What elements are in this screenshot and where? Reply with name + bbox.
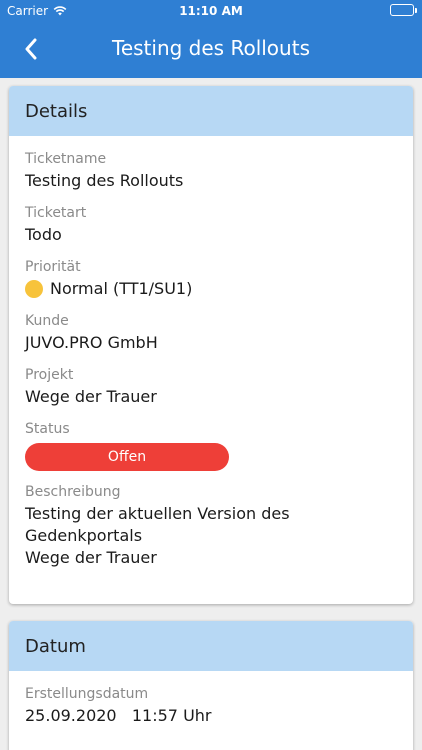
- details-body: Ticketname Testing des Rollouts Ticketar…: [9, 136, 413, 569]
- status-badge: Offen: [25, 443, 229, 471]
- datum-card: Datum Erstellungsdatum 25.09.2020 11:57 …: [9, 621, 413, 750]
- ticketname-field: Ticketname Testing des Rollouts: [25, 150, 397, 192]
- beschreibung-field: Beschreibung Testing der aktuellen Versi…: [25, 483, 397, 569]
- kunde-value: JUVO.PRO GmbH: [25, 333, 158, 352]
- status-label: Status: [25, 421, 70, 437]
- page-title: Testing des Rollouts: [112, 36, 310, 60]
- kunde-field: Kunde JUVO.PRO GmbH: [25, 312, 397, 354]
- priority-value: Normal (TT1/SU1): [50, 279, 193, 298]
- beschreibung-label: Beschreibung: [25, 484, 121, 500]
- projekt-label: Projekt: [25, 367, 74, 383]
- status-bar: Carrier 11:10 AM: [0, 0, 422, 22]
- ticketname-label: Ticketname: [25, 151, 107, 167]
- datum-header: Datum: [9, 621, 413, 671]
- top-bar: Carrier 11:10 AM Testing des Rollouts: [0, 0, 422, 78]
- details-header: Details: [9, 86, 413, 136]
- status-time: 11:10 AM: [179, 4, 243, 18]
- priority-label: Priorität: [25, 259, 81, 275]
- priority-value-row: Normal (TT1/SU1): [25, 278, 397, 300]
- details-card: Details Ticketname Testing des Rollouts …: [9, 86, 413, 604]
- beschreibung-line-2: Wege der Trauer: [25, 548, 157, 567]
- projekt-value: Wege der Trauer: [25, 387, 157, 406]
- ticketart-field: Ticketart Todo: [25, 204, 397, 246]
- ticketart-value: Todo: [25, 225, 62, 244]
- navigation-bar: Testing des Rollouts: [0, 22, 422, 78]
- beschreibung-line-1: Testing der aktuellen Version des Gedenk…: [25, 504, 290, 545]
- kunde-label: Kunde: [25, 313, 69, 329]
- erstellungsdatum-label: Erstellungsdatum: [25, 686, 149, 702]
- datum-body: Erstellungsdatum 25.09.2020 11:57 Uhr: [9, 671, 413, 727]
- projekt-field: Projekt Wege der Trauer: [25, 366, 397, 408]
- priority-field: Priorität Normal (TT1/SU1): [25, 258, 397, 300]
- ticketart-label: Ticketart: [25, 205, 87, 221]
- battery-icon: [390, 4, 417, 16]
- erstellungsdatum-value: 25.09.2020 11:57 Uhr: [25, 706, 212, 725]
- ticketname-value: Testing des Rollouts: [25, 171, 184, 190]
- status-field: Status Offen: [25, 420, 397, 471]
- priority-dot-icon: [25, 280, 43, 298]
- erstellungsdatum-field: Erstellungsdatum 25.09.2020 11:57 Uhr: [25, 685, 397, 727]
